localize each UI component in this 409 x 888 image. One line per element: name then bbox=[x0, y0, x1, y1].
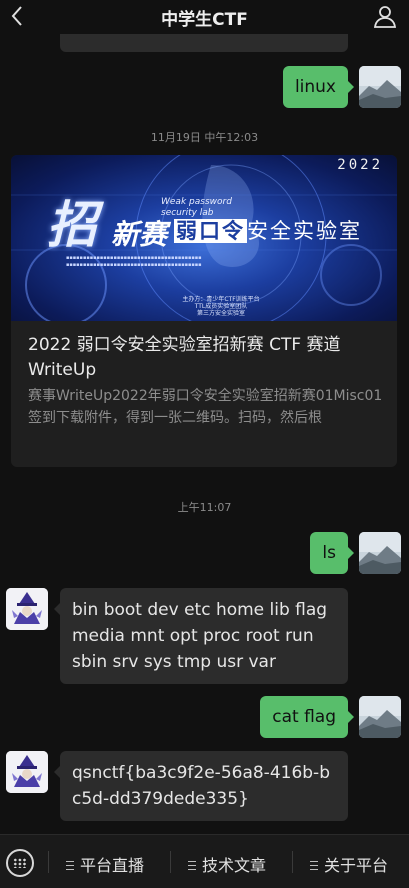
message-bubble-bot[interactable]: qsnctf{ba3c9f2e-56a8-416b-bc5d-dd379dede… bbox=[54, 751, 348, 821]
person-icon[interactable] bbox=[373, 4, 397, 28]
top-bar: 中学生CTF bbox=[0, 0, 409, 34]
menu-divider bbox=[48, 851, 49, 873]
my-avatar[interactable] bbox=[359, 532, 401, 574]
message-text: ls bbox=[322, 543, 336, 563]
hamburger-icon bbox=[310, 861, 318, 870]
cover-footer: 主办方：青少年CTF训练平台 TTL成员实验室团队 第三方安全实验室 bbox=[182, 296, 260, 317]
bottom-menu-bar: 平台直播 技术文章 关于平台 bbox=[0, 834, 409, 888]
message-bubble-mine[interactable]: linux bbox=[282, 66, 355, 108]
wizard-logo-icon bbox=[6, 588, 48, 630]
cover-lab-name: 弱口令安全实验室 bbox=[174, 219, 362, 243]
chat-title: 中学生CTF bbox=[161, 10, 248, 30]
message-bubble-mine[interactable]: cat flag bbox=[260, 696, 354, 738]
mountain-avatar-image bbox=[359, 532, 401, 574]
wizard-logo-icon bbox=[6, 751, 48, 793]
message-bubble-mine[interactable]: ls bbox=[310, 532, 354, 574]
previous-message-bubble bbox=[60, 34, 348, 52]
message-bubble-bot[interactable]: bin boot dev etc home lib flag media mnt… bbox=[54, 588, 348, 684]
keyboard-icon[interactable] bbox=[6, 849, 34, 877]
message-text: qsnctf{ba3c9f2e-56a8-416b-bc5d-dd379dede… bbox=[72, 763, 330, 809]
cover-xinsai: 新赛 bbox=[111, 218, 168, 251]
timestamp: 11月19日 中午12:03 bbox=[150, 131, 259, 144]
bot-avatar[interactable] bbox=[6, 588, 48, 630]
mountain-avatar-image bbox=[359, 696, 401, 738]
menu-item-articles[interactable]: 技术文章 bbox=[188, 852, 266, 876]
menu-item-live[interactable]: 平台直播 bbox=[66, 852, 144, 876]
my-avatar[interactable] bbox=[359, 696, 401, 738]
article-cover-image: 2022 招 Weak password security lab 新赛 弱口令… bbox=[11, 155, 397, 321]
menu-item-about[interactable]: 关于平台 bbox=[310, 852, 388, 876]
mountain-avatar-image bbox=[359, 66, 401, 108]
menu-divider bbox=[292, 851, 293, 873]
article-summary: 赛事WriteUp2022年弱口令安全实验室招新赛01Misc01签到下载附件，… bbox=[28, 388, 383, 426]
my-avatar[interactable] bbox=[359, 66, 401, 108]
message-text: bin boot dev etc home lib flag media mnt… bbox=[72, 600, 328, 672]
article-card[interactable]: 2022 招 Weak password security lab 新赛 弱口令… bbox=[11, 155, 397, 467]
hamburger-icon bbox=[66, 861, 74, 870]
cover-year: 2022 bbox=[337, 157, 383, 173]
message-text: linux bbox=[294, 77, 336, 97]
bot-avatar[interactable] bbox=[6, 751, 48, 793]
cover-small-text: ▪▪▪▪▪▪▪▪▪▪▪▪▪▪▪▪▪▪▪▪▪▪▪▪▪▪▪▪▪▪▪▪▪▪▪▪▪▪▪▪… bbox=[66, 255, 202, 268]
timestamp: 上午11:07 bbox=[177, 501, 232, 514]
menu-divider bbox=[170, 851, 171, 873]
article-title: 2022 弱口令安全实验室招新赛 CTF 赛道 WriteUp bbox=[28, 335, 341, 380]
cover-big-char: 招 bbox=[47, 196, 97, 254]
message-text: cat flag bbox=[272, 707, 336, 727]
hamburger-icon bbox=[188, 861, 196, 870]
